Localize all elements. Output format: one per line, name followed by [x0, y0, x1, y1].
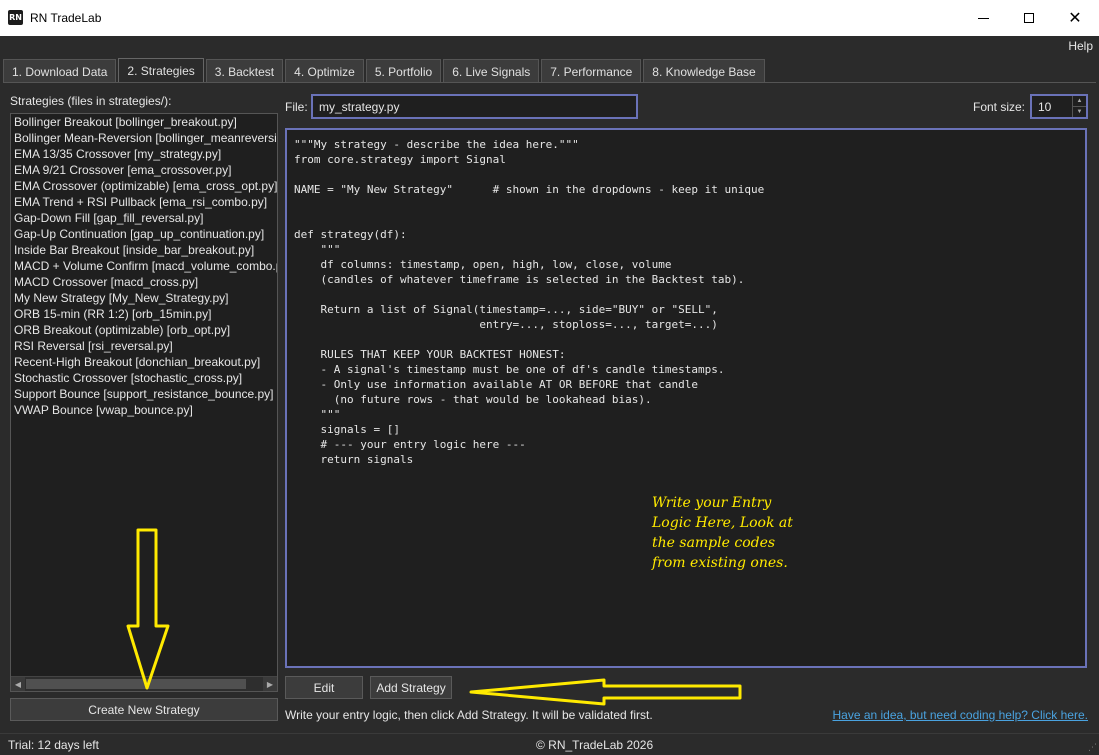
scroll-left-icon[interactable]: ◀ — [11, 677, 25, 691]
strategy-item-orb-15min[interactable]: ORB 15-min (RR 1:2) [orb_15min.py] — [11, 306, 277, 322]
tab-bar: 1. Download Data 2. Strategies 3. Backte… — [3, 58, 767, 83]
strategy-item-vwap-bounce[interactable]: VWAP Bounce [vwap_bounce.py] — [11, 402, 277, 418]
strategies-label: Strategies (files in strategies/): — [10, 94, 172, 108]
left-arrow-icon — [469, 678, 742, 706]
edit-button[interactable]: Edit — [285, 676, 363, 699]
annotation-line: Logic Here, Look at — [652, 515, 793, 531]
tab-backtest[interactable]: 3. Backtest — [205, 59, 284, 83]
window-title: RN TradeLab — [30, 11, 102, 25]
annotation-line: the sample codes — [652, 535, 776, 551]
minimize-icon — [977, 17, 989, 19]
create-new-strategy-button[interactable]: Create New Strategy — [10, 698, 278, 721]
annotation-line: Write your Entry — [652, 495, 772, 511]
file-name-input[interactable] — [311, 94, 638, 119]
strategy-item-ema-9-21[interactable]: EMA 9/21 Crossover [ema_crossover.py] — [11, 162, 277, 178]
strategy-item-gap-up-continuation[interactable]: Gap-Up Continuation [gap_up_continuation… — [11, 226, 277, 242]
font-size-spinbox[interactable]: 10 ▲ ▼ — [1030, 94, 1088, 119]
strategy-item-ema-crossover-opt[interactable]: EMA Crossover (optimizable) [ema_cross_o… — [11, 178, 277, 194]
font-size-label: Font size: — [973, 100, 1026, 114]
down-arrow-icon — [126, 528, 170, 690]
tab-live-signals[interactable]: 6. Live Signals — [443, 59, 540, 83]
strategy-item-my-new-strategy[interactable]: My New Strategy [My_New_Strategy.py] — [11, 290, 277, 306]
app-logo-icon: RN — [8, 10, 23, 25]
strategy-item-macd-crossover[interactable]: MACD Crossover [macd_cross.py] — [11, 274, 277, 290]
tab-pane-border — [3, 82, 1096, 83]
strategy-item-ema-13-35[interactable]: EMA 13/35 Crossover [my_strategy.py] — [11, 146, 277, 162]
strategy-item-recent-high-breakout[interactable]: Recent-High Breakout [donchian_breakout.… — [11, 354, 277, 370]
minimize-button[interactable] — [960, 0, 1006, 36]
strategy-item-stochastic-crossover[interactable]: Stochastic Crossover [stochastic_cross.p… — [11, 370, 277, 386]
strategy-item-bollinger-mean-reversion[interactable]: Bollinger Mean-Reversion [bollinger_mean… — [11, 130, 277, 146]
strategy-item-gap-down-fill[interactable]: Gap-Down Fill [gap_fill_reversal.py] — [11, 210, 277, 226]
menu-bar: Help — [0, 36, 1099, 58]
status-bar: Trial: 12 days left © RN_TradeLab 2026 ⋰ — [0, 733, 1099, 755]
file-label: File: — [285, 100, 308, 114]
close-button[interactable]: ✕ — [1052, 0, 1098, 36]
tab-strategies[interactable]: 2. Strategies — [118, 58, 204, 83]
spin-up-icon[interactable]: ▲ — [1073, 96, 1086, 106]
strategy-item-support-bounce[interactable]: Support Bounce [support_resistance_bounc… — [11, 386, 277, 402]
maximize-icon — [1024, 13, 1034, 23]
close-icon: ✕ — [1068, 8, 1082, 27]
tab-portfolio[interactable]: 5. Portfolio — [365, 59, 442, 83]
add-strategy-button[interactable]: Add Strategy — [370, 676, 452, 699]
strategy-item-ema-rsi-combo[interactable]: EMA Trend + RSI Pullback [ema_rsi_combo.… — [11, 194, 277, 210]
hint-text: Write your entry logic, then click Add S… — [285, 708, 653, 722]
strategy-item-orb-opt[interactable]: ORB Breakout (optimizable) [orb_opt.py] — [11, 322, 277, 338]
tab-knowledge-base[interactable]: 8. Knowledge Base — [643, 59, 765, 83]
title-bar: RN RN TradeLab ✕ — [0, 0, 1099, 36]
menu-help[interactable]: Help — [1068, 39, 1093, 53]
strategy-item-rsi-reversal[interactable]: RSI Reversal [rsi_reversal.py] — [11, 338, 277, 354]
coding-help-link[interactable]: Have an idea, but need coding help? Clic… — [832, 708, 1088, 722]
scroll-right-icon[interactable]: ▶ — [263, 677, 277, 691]
font-size-value: 10 — [1038, 100, 1052, 114]
tab-optimize[interactable]: 4. Optimize — [285, 59, 364, 83]
strategy-item-inside-bar-breakout[interactable]: Inside Bar Breakout [inside_bar_breakout… — [11, 242, 277, 258]
strategy-item-macd-volume[interactable]: MACD + Volume Confirm [macd_volume_combo… — [11, 258, 277, 274]
code-content[interactable]: """My strategy - describe the idea here.… — [294, 137, 764, 467]
spin-arrows: ▲ ▼ — [1072, 96, 1086, 117]
copyright-text: © RN_TradeLab 2026 — [536, 738, 654, 752]
maximize-button[interactable] — [1006, 0, 1052, 36]
strategy-item-bollinger-breakout[interactable]: Bollinger Breakout [bollinger_breakout.p… — [11, 114, 277, 130]
tab-performance[interactable]: 7. Performance — [541, 59, 642, 83]
size-grip-icon[interactable]: ⋰ — [1088, 742, 1097, 753]
annotation-note: Write your Entry Logic Here, Look at the… — [652, 493, 852, 573]
annotation-line: from existing ones. — [652, 555, 788, 571]
tab-download-data[interactable]: 1. Download Data — [3, 59, 117, 83]
trial-status: Trial: 12 days left — [8, 738, 99, 752]
code-editor[interactable]: """My strategy - describe the idea here.… — [285, 128, 1087, 668]
spin-down-icon[interactable]: ▼ — [1073, 106, 1086, 116]
